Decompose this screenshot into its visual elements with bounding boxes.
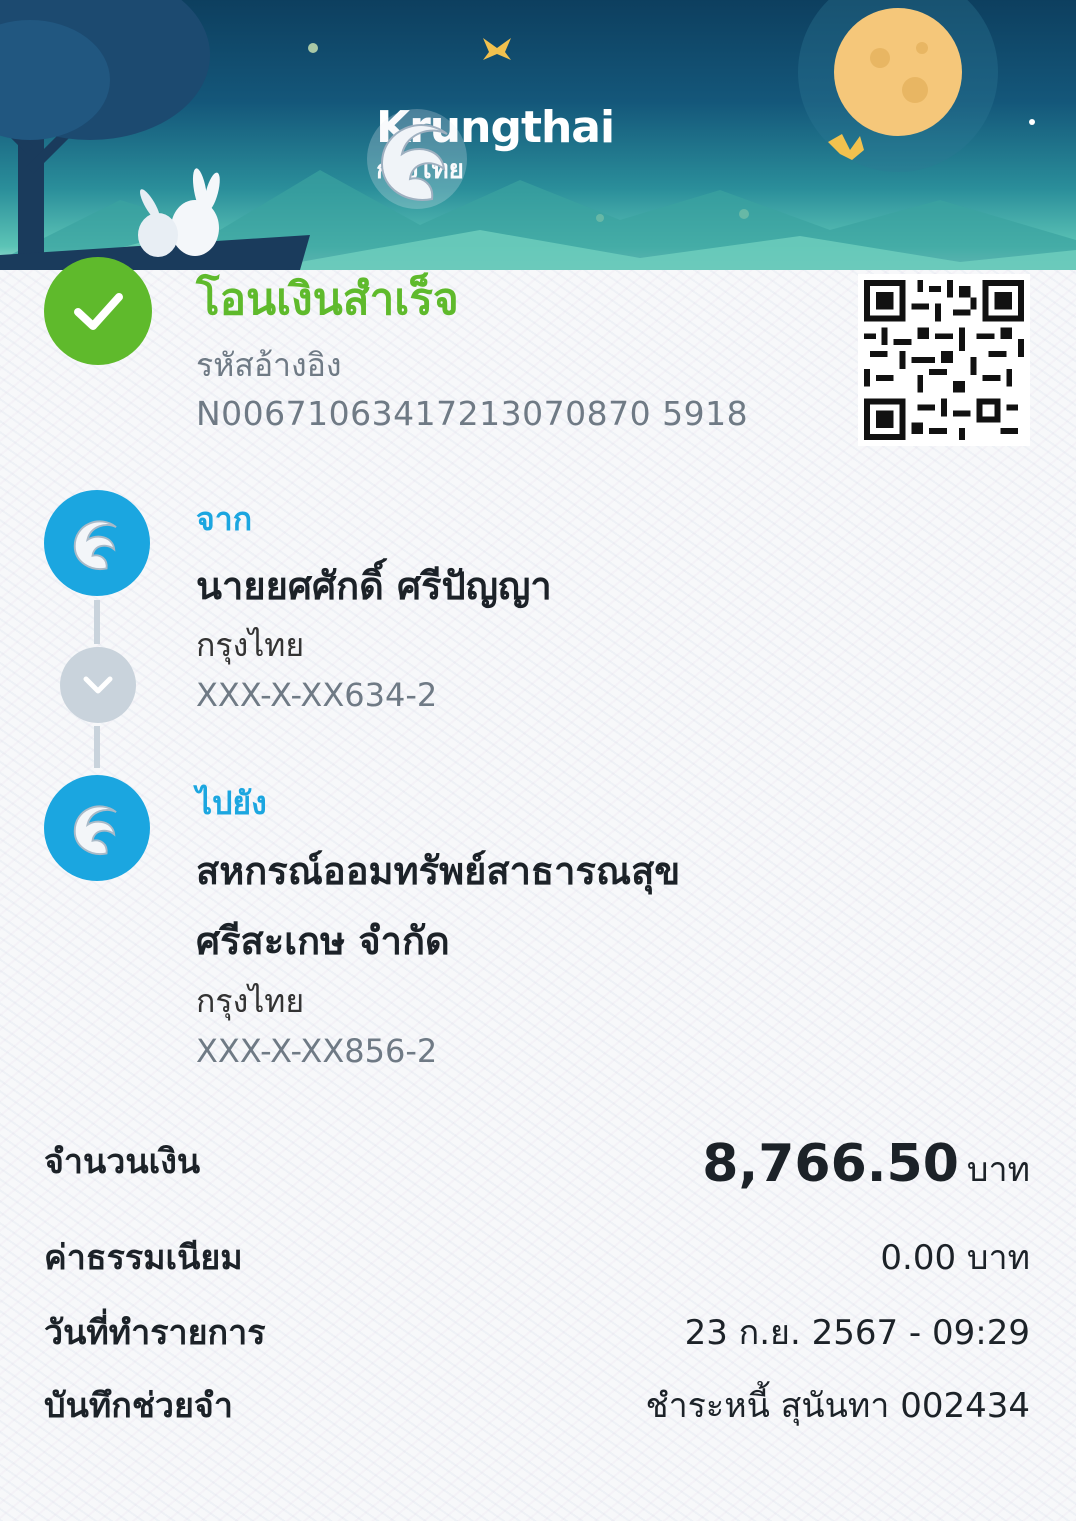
qr-code[interactable] bbox=[858, 274, 1030, 446]
memo-label: บันทึกช่วยจำ bbox=[44, 1386, 233, 1426]
transfer-direction bbox=[60, 647, 136, 723]
memo-value: ชำระหนี้ สุนันทา 002434 bbox=[645, 1386, 1031, 1426]
fee-value: 0.00 บาท bbox=[880, 1238, 1030, 1278]
from-name: นายยศศักดิ์ ศรีปัญญา bbox=[196, 564, 552, 608]
date-label: วันที่ทำรายการ bbox=[44, 1313, 266, 1353]
to-name-line2: ศรีสะเกษ จำกัด bbox=[196, 919, 450, 963]
to-account: XXX-X-XX856-2 bbox=[196, 1032, 438, 1070]
amount-number: 8,766.50 bbox=[702, 1134, 959, 1194]
reference-label: รหัสอ้างอิง bbox=[196, 346, 342, 384]
flow-connector-top bbox=[94, 600, 100, 644]
header-banner: Krungthai กรุงไทย bbox=[0, 0, 1076, 290]
to-bank: กรุงไทย bbox=[196, 982, 305, 1020]
amount-unit: บาท bbox=[966, 1150, 1030, 1190]
krungthai-emblem-icon bbox=[73, 520, 117, 571]
check-icon bbox=[74, 293, 123, 330]
success-badge bbox=[44, 257, 152, 365]
from-bank-avatar bbox=[44, 490, 150, 596]
chevron-down-icon bbox=[83, 676, 113, 694]
amount-label: จำนวนเงิน bbox=[44, 1142, 201, 1182]
phoenix-emblem-icon bbox=[367, 109, 467, 209]
status-title: โอนเงินสำเร็จ bbox=[196, 274, 459, 325]
krungthai-emblem-icon bbox=[73, 805, 117, 856]
reference-number: N00671063417213070870 5918 bbox=[196, 394, 749, 433]
to-bank-avatar bbox=[44, 775, 150, 881]
flow-connector-bottom bbox=[94, 726, 100, 768]
amount-value: 8,766.50 บาท bbox=[702, 1134, 1030, 1196]
from-bank: กรุงไทย bbox=[196, 626, 305, 664]
from-label: จาก bbox=[196, 500, 253, 538]
to-name-line1: สหกรณ์ออมทรัพย์สาธารณสุข bbox=[196, 849, 681, 893]
from-account: XXX-X-XX634-2 bbox=[196, 676, 438, 714]
date-value: 23 ก.ย. 2567 - 09:29 bbox=[684, 1313, 1030, 1353]
to-label: ไปยัง bbox=[196, 784, 267, 822]
fee-label: ค่าธรรมเนียม bbox=[44, 1238, 243, 1278]
krungthai-logo: Krungthai กรุงไทย bbox=[362, 104, 615, 209]
